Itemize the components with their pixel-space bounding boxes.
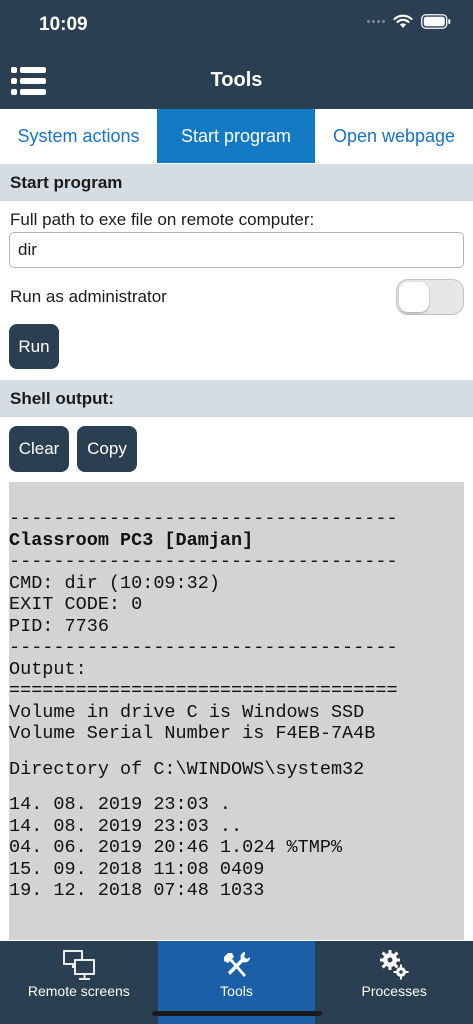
gears-icon <box>380 950 409 980</box>
console-line: Directory of C:\WINDOWS\system32 <box>9 758 365 780</box>
run-button[interactable]: Run <box>9 324 59 369</box>
console-line: CMD: dir (10:09:32) <box>9 572 220 594</box>
console-line: ----------------------------------- <box>9 551 398 572</box>
home-indicator <box>152 1011 322 1016</box>
console-line: 04. 06. 2019 20:46 1.024 %TMP% <box>9 837 343 858</box>
exe-path-input[interactable] <box>9 232 464 268</box>
console-line: 19. 12. 2018 07:48 1033 <box>9 880 265 901</box>
run-as-admin-toggle[interactable] <box>396 279 464 315</box>
wifi-icon <box>393 14 413 28</box>
console-line: Output: <box>9 658 87 680</box>
run-as-admin-label: Run as administrator <box>10 287 167 306</box>
nav-remote-screens-label: Remote screens <box>27 983 130 999</box>
nav-processes[interactable]: Processes <box>315 941 473 1024</box>
tab-bar: System actions Start program Open webpag… <box>0 109 473 163</box>
console-line: Classroom PC3 [Damjan] <box>9 529 254 551</box>
tools-icon <box>223 952 250 977</box>
nav-processes-label: Processes <box>361 983 427 999</box>
path-field-label: Full path to exe file on remote computer… <box>10 210 315 229</box>
console-line: EXIT CODE: 0 <box>9 594 143 615</box>
monitors-icon <box>62 950 95 980</box>
status-time: 10:09 <box>39 14 88 35</box>
console-line: ----------------------------------- <box>9 637 398 658</box>
clear-button[interactable]: Clear <box>9 426 69 472</box>
console-line: 14. 08. 2019 23:03 . <box>9 794 232 815</box>
start-program-section-header: Start program <box>0 164 473 201</box>
console-line: Volume Serial Number is F4EB-7A4B <box>9 723 376 744</box>
status-bar: 10:09 <box>0 0 473 52</box>
shell-output-console[interactable]: ----------------------------------- Class… <box>9 482 464 940</box>
page-title: Tools <box>210 69 263 91</box>
console-line: PID: 7736 <box>9 615 109 637</box>
toggle-knob <box>399 282 429 312</box>
tab-start-program[interactable]: Start program <box>157 109 315 163</box>
console-line: 15. 09. 2018 11:08 0409 <box>9 858 265 880</box>
status-icons <box>367 14 451 29</box>
cellular-signal-icon <box>367 20 385 23</box>
copy-button[interactable]: Copy <box>77 426 137 472</box>
tab-open-webpage[interactable]: Open webpage <box>315 109 473 163</box>
nav-tools-label: Tools <box>220 983 253 999</box>
tab-system-actions[interactable]: System actions <box>0 109 157 163</box>
console-line: 14. 08. 2019 23:03 .. <box>9 815 243 837</box>
shell-output-section-header: Shell output: <box>0 380 473 417</box>
console-line: Volume in drive C is Windows SSD <box>9 701 365 723</box>
battery-icon <box>421 14 451 29</box>
console-line: ----------------------------------- <box>9 508 398 529</box>
app-header: Tools <box>0 52 473 109</box>
nav-remote-screens[interactable]: Remote screens <box>0 941 158 1024</box>
console-line: =================================== <box>9 680 398 701</box>
